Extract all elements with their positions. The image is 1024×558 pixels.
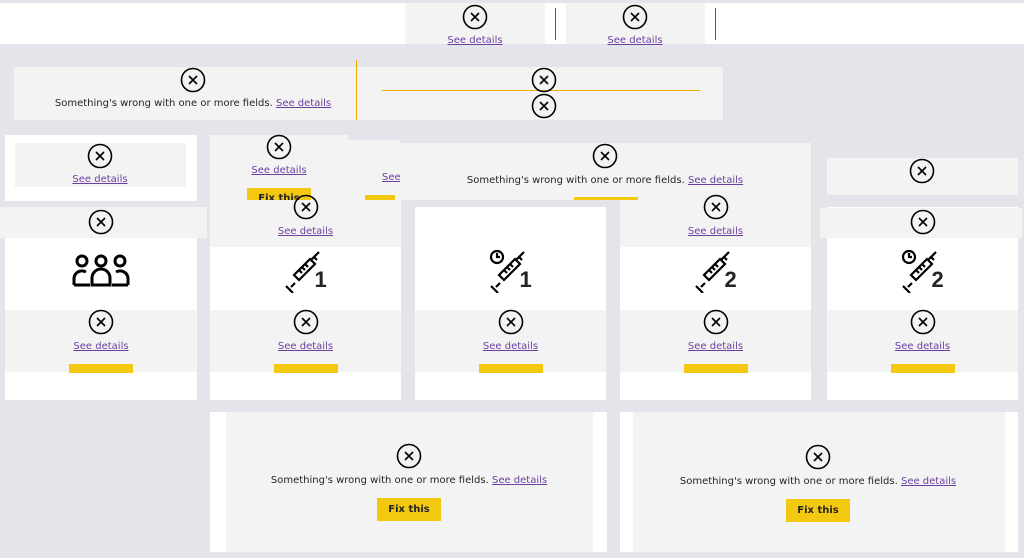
divider bbox=[555, 8, 556, 40]
syringe-clock-icon: 2 bbox=[900, 249, 950, 294]
fix-this-button[interactable] bbox=[890, 364, 955, 373]
error-icon bbox=[622, 4, 648, 30]
see-details-link[interactable]: See details bbox=[276, 98, 331, 109]
error-icon bbox=[462, 4, 488, 30]
fix-this-button[interactable]: Fix this bbox=[786, 499, 850, 522]
see-details-link[interactable]: See details bbox=[607, 35, 662, 46]
syringe-icon: 2 bbox=[693, 249, 743, 294]
error-icon bbox=[910, 309, 936, 335]
see-details-link[interactable]: See details bbox=[447, 35, 502, 46]
error-message: Something's wrong with one or more field… bbox=[679, 476, 957, 487]
see-details-link[interactable]: See details bbox=[895, 341, 950, 352]
error-icon bbox=[88, 209, 114, 235]
error-panel bbox=[348, 140, 400, 200]
see-details-link[interactable]: See details bbox=[251, 165, 306, 176]
see-details-link[interactable]: See details bbox=[278, 226, 333, 237]
see-details-link[interactable]: See details bbox=[688, 226, 743, 237]
see-details-link[interactable]: See details bbox=[688, 341, 743, 352]
error-icon bbox=[180, 67, 206, 93]
see-details-link[interactable]: See details bbox=[483, 341, 538, 352]
error-icon bbox=[703, 194, 729, 220]
error-icon bbox=[498, 309, 524, 335]
error-icon bbox=[88, 309, 114, 335]
fix-this-button[interactable]: Fix this bbox=[377, 498, 441, 521]
error-icon bbox=[293, 194, 319, 220]
divider bbox=[715, 8, 716, 40]
see-details-link[interactable]: See details bbox=[492, 475, 547, 486]
see-details-link[interactable]: See details bbox=[72, 174, 127, 185]
fix-this-button[interactable] bbox=[273, 364, 338, 373]
error-message: Something's wrong with one or more field… bbox=[270, 475, 548, 486]
error-icon bbox=[703, 309, 729, 335]
error-icon bbox=[531, 93, 557, 119]
syringe-clock-icon: 1 bbox=[488, 249, 538, 294]
people-group-icon bbox=[72, 254, 130, 287]
dose-number: 2 bbox=[724, 267, 737, 292]
see-details-link[interactable]: See details bbox=[382, 172, 400, 183]
error-icon bbox=[909, 158, 935, 184]
error-icon bbox=[592, 143, 618, 169]
see-details-link[interactable]: See details bbox=[73, 341, 128, 352]
error-message: Something's wrong with one or more field… bbox=[466, 175, 744, 186]
error-icon bbox=[266, 134, 292, 160]
see-details-link[interactable]: See details bbox=[278, 341, 333, 352]
dose-number: 1 bbox=[519, 267, 532, 292]
error-message: Something's wrong with one or more field… bbox=[54, 98, 332, 109]
syringe-icon: 1 bbox=[283, 249, 333, 294]
see-details-link[interactable]: See details bbox=[901, 476, 956, 487]
fix-this-button[interactable] bbox=[683, 364, 748, 373]
fix-this-button[interactable] bbox=[69, 364, 133, 373]
error-icon bbox=[531, 67, 557, 93]
fix-this-button[interactable] bbox=[478, 364, 543, 373]
error-icon bbox=[910, 209, 936, 235]
dose-number: 1 bbox=[314, 267, 327, 292]
see-details-link[interactable]: See details bbox=[688, 175, 743, 186]
error-icon bbox=[805, 444, 831, 470]
error-icon bbox=[87, 143, 113, 169]
error-icon bbox=[396, 443, 422, 469]
error-icon bbox=[293, 309, 319, 335]
dose-number: 2 bbox=[931, 267, 944, 292]
